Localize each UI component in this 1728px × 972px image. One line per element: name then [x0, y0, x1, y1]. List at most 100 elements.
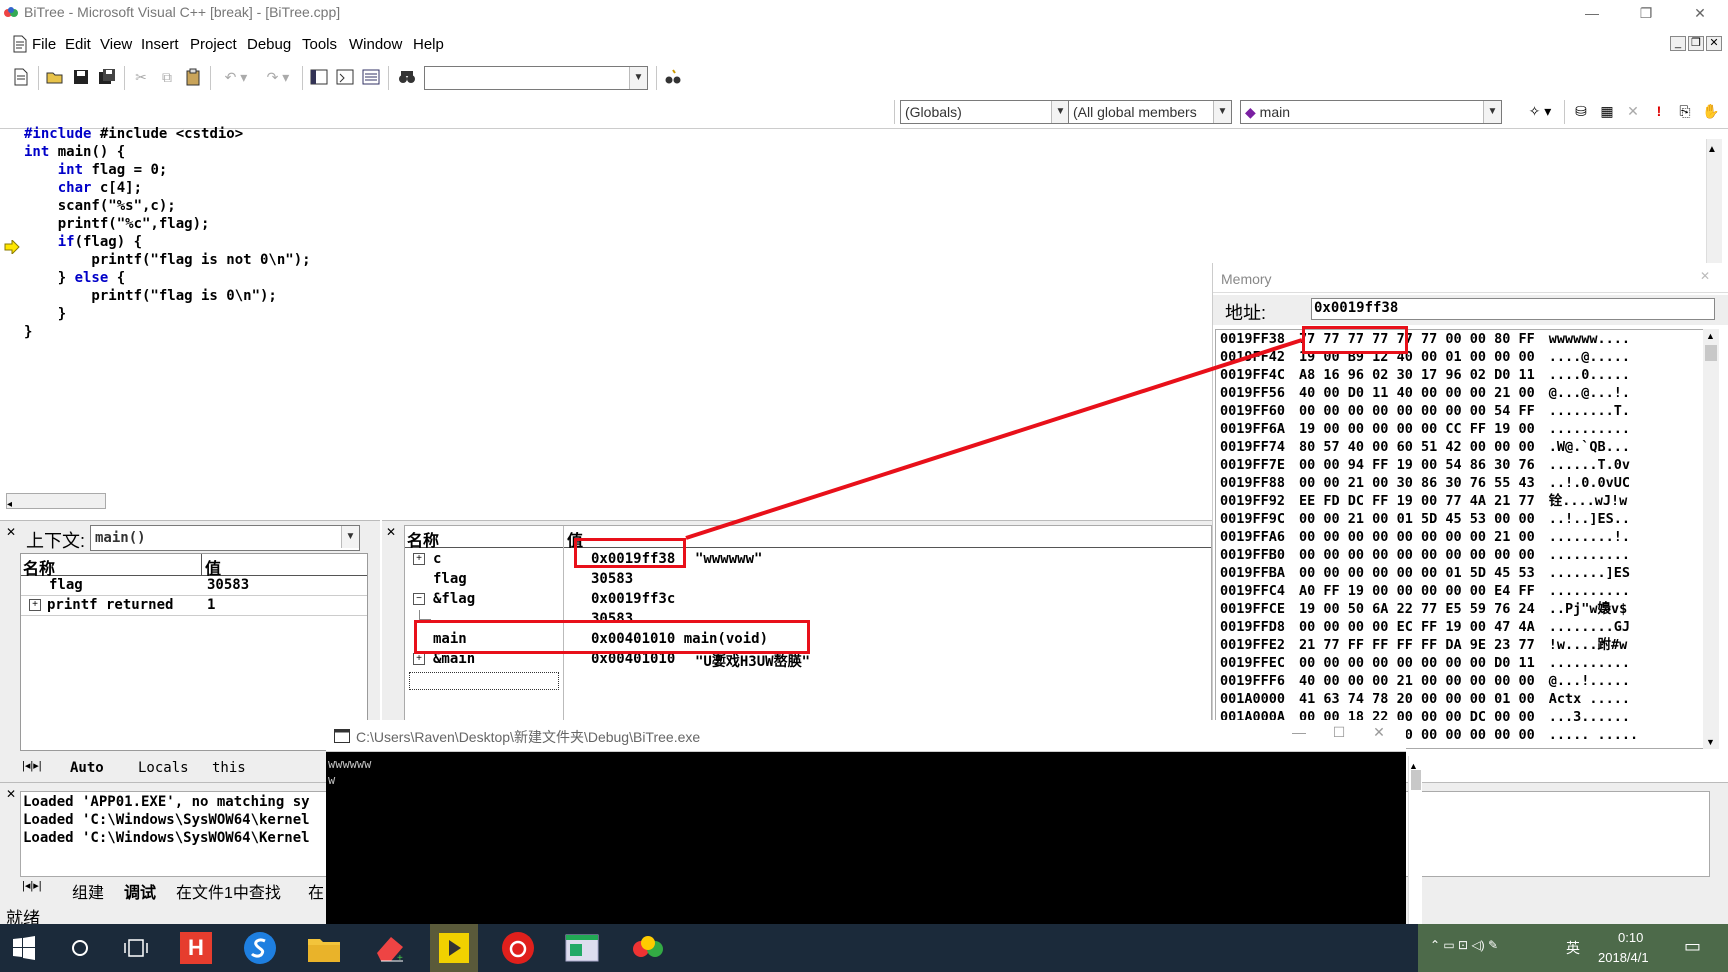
console-maximize-button[interactable]: ☐ [1324, 724, 1354, 746]
search-button[interactable] [56, 924, 104, 972]
go-button[interactable]: ⎘ [1674, 100, 1696, 122]
menu-help[interactable]: Help [413, 36, 444, 53]
memory-row[interactable]: 0019FF6A 19 00 00 00 00 00 CC FF 19 00...… [1220, 420, 1630, 438]
expand-plus-icon[interactable]: + [29, 599, 41, 611]
taskbar-app-player[interactable] [430, 924, 478, 972]
memory-close-button[interactable]: ✕ [1695, 269, 1715, 289]
redo-button[interactable]: ↷ ▾ [260, 66, 296, 88]
console-minimize-button[interactable]: — [1284, 724, 1314, 746]
start-button[interactable] [0, 924, 48, 972]
globals-combo[interactable]: (Globals) ▼ [900, 100, 1070, 124]
wizard-actions-button[interactable]: ✧ ▾ [1522, 100, 1558, 122]
memory-row[interactable]: 0019FFA6 00 00 00 00 00 00 00 00 21 00...… [1220, 528, 1630, 546]
menu-project[interactable]: Project [190, 36, 237, 53]
memory-row[interactable]: 0019FFB0 00 00 00 00 00 00 00 00 00 00...… [1220, 546, 1630, 564]
window-list-button[interactable] [360, 66, 382, 88]
find-in-files-button[interactable] [396, 66, 418, 88]
memory-scrollbar[interactable]: ▲ ▼ [1703, 329, 1719, 749]
memory-row[interactable]: 001A0000 41 63 74 78 20 00 00 00 01 00 Act… [1220, 690, 1630, 708]
mdi-restore-button[interactable]: ❐ [1688, 36, 1704, 51]
table-row[interactable]: flag 30583 [405, 570, 1211, 590]
breakpoint-button[interactable]: ✋ [1700, 100, 1722, 122]
members-combo[interactable]: (All global members ▼ [1068, 100, 1232, 124]
close-button[interactable]: ✕ [1680, 2, 1720, 24]
chevron-down-icon[interactable]: ▼ [341, 526, 359, 548]
tab-debug[interactable]: 调试 [124, 879, 156, 903]
memory-row[interactable]: 0019FFEC 00 00 00 00 00 00 00 00 D0 11...… [1220, 654, 1630, 672]
memory-row[interactable]: 0019FFE2 21 77 FF FF FF FF DA 9E 23 77 !w.… [1220, 636, 1627, 654]
memory-row[interactable]: 0019FF56 40 00 D0 11 40 00 00 00 21 00 @..… [1220, 384, 1630, 402]
execute-button[interactable]: ! [1648, 100, 1670, 122]
new-watch-input[interactable] [409, 672, 559, 690]
save-button[interactable] [70, 66, 92, 88]
tab-scroll-icon[interactable]: |◂|▸| [22, 759, 42, 772]
open-button[interactable] [44, 66, 66, 88]
memory-dump[interactable]: 0019FF38 77 77 77 77 77 77 00 00 80 FF www… [1215, 329, 1711, 749]
taskbar-app-window[interactable] [558, 924, 606, 972]
menu-file[interactable]: File [32, 36, 56, 53]
memory-row[interactable]: 0019FF7E 00 00 94 FF 19 00 54 86 30 76...… [1220, 456, 1630, 474]
table-row[interactable]: + printf returned 1 [21, 596, 367, 616]
expand-plus-icon[interactable]: + [413, 653, 425, 665]
table-row[interactable]: flag 30583 [21, 576, 367, 596]
menu-insert[interactable]: Insert [141, 36, 179, 53]
tab-this[interactable]: this [212, 760, 246, 776]
cut-button[interactable]: ✂ [130, 66, 152, 88]
memory-row[interactable]: 0019FF92 EE FD DC FF 19 00 77 4A 21 77 铨..… [1220, 492, 1627, 510]
taskbar-app-sogou[interactable] [236, 924, 284, 972]
menu-window[interactable]: Window [349, 36, 402, 53]
minimize-button[interactable]: — [1572, 2, 1612, 24]
memory-row[interactable]: 0019FFC4 A0 FF 19 00 00 00 00 00 E4 FF...… [1220, 582, 1630, 600]
stop-build-button[interactable]: ✕ [1622, 100, 1644, 122]
menu-debug[interactable]: Debug [247, 36, 291, 53]
tab-scroll-icon[interactable]: |◂|▸| [22, 879, 42, 892]
memory-row[interactable]: 0019FFBA 00 00 00 00 00 00 01 5D 45 53...… [1220, 564, 1630, 582]
paste-button[interactable] [182, 66, 204, 88]
find-button[interactable] [662, 66, 684, 88]
find-combo[interactable]: ▼ [424, 66, 648, 90]
function-combo[interactable]: ◆ main ▼ [1240, 100, 1502, 124]
notification-icon[interactable]: ▭ [1684, 936, 1701, 957]
taskbar-app-h[interactable]: H [172, 924, 220, 972]
menu-edit[interactable]: Edit [65, 36, 91, 53]
memory-row[interactable]: 0019FF38 77 77 77 77 77 77 00 00 80 FF www… [1220, 330, 1630, 348]
save-all-button[interactable] [96, 66, 118, 88]
memory-row[interactable]: 0019FF74 80 57 40 00 60 51 42 00 00 00 .W@… [1220, 438, 1630, 456]
compile-button[interactable]: ⛁ [1570, 100, 1592, 122]
address-input[interactable]: 0x0019ff38 [1311, 298, 1715, 320]
table-row[interactable]: + c 0x0019ff38 "wwwwww" [405, 550, 1211, 570]
workspace-button[interactable] [308, 66, 330, 88]
task-view-button[interactable] [112, 924, 160, 972]
memory-row[interactable]: 0019FFCE 19 00 50 6A 22 77 E5 59 76 24 ..P… [1220, 600, 1627, 618]
tab-locals[interactable]: Locals [138, 760, 189, 776]
memory-row[interactable]: 0019FF9C 00 00 21 00 01 5D 45 53 00 00..!… [1220, 510, 1630, 528]
console-close-button[interactable]: ✕ [1364, 724, 1394, 746]
build-button[interactable]: ▦ [1596, 100, 1618, 122]
tab-auto[interactable]: Auto [70, 760, 104, 776]
tab-find-in-files-1[interactable]: 在文件1中查找 [176, 879, 281, 903]
taskbar-app-explorer[interactable] [300, 924, 348, 972]
context-combo[interactable]: main() ▼ [90, 525, 360, 551]
menu-tools[interactable]: Tools [302, 36, 337, 53]
tab-find-in-files-2[interactable]: 在 [308, 879, 324, 903]
chevron-down-icon[interactable]: ▼ [1483, 101, 1501, 123]
new-text-file-button[interactable] [10, 66, 32, 88]
expand-plus-icon[interactable]: + [413, 553, 425, 565]
ime-indicator[interactable]: 英 [1566, 938, 1580, 958]
chevron-down-icon[interactable]: ▼ [629, 67, 647, 89]
collapse-minus-icon[interactable]: − [413, 593, 425, 605]
mdi-minimize-button[interactable]: _ [1670, 36, 1686, 51]
taskbar-app-vc[interactable] [624, 924, 672, 972]
clock-date[interactable]: 2018/4/1 [1598, 950, 1649, 965]
memory-row[interactable]: 0019FF4C A8 16 96 02 30 17 96 02 D0 11...… [1220, 366, 1630, 384]
editor-horizontal-scrollbar[interactable]: ◂ [6, 493, 106, 510]
clock-time[interactable]: 0:10 [1618, 930, 1643, 945]
chevron-down-icon[interactable]: ▼ [1051, 101, 1069, 123]
restore-button[interactable]: ❐ [1626, 2, 1666, 24]
memory-row[interactable]: 0019FF42 19 00 B9 12 40 00 01 00 00 00...… [1220, 348, 1630, 366]
memory-row[interactable]: 0019FF60 00 00 00 00 00 00 00 00 54 FF...… [1220, 402, 1630, 420]
memory-row[interactable]: 0019FF88 00 00 21 00 30 86 30 76 55 43..!… [1220, 474, 1630, 492]
taskbar-app-netease-music[interactable] [494, 924, 542, 972]
tab-build[interactable]: 组建 [72, 879, 104, 903]
undo-button[interactable]: ↶ ▾ [218, 66, 254, 88]
